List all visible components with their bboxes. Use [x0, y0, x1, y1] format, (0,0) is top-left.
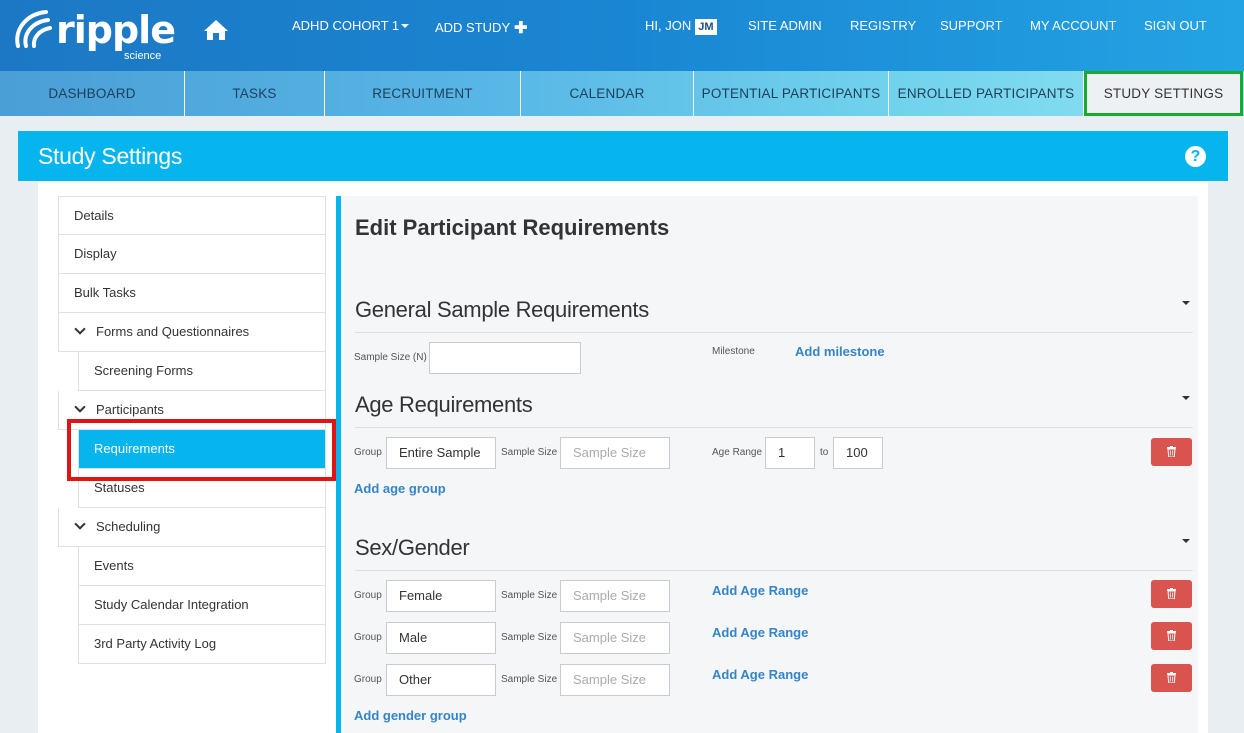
page-header: Study Settings ? [18, 131, 1228, 181]
age-range-label: Age Range [712, 447, 763, 458]
add-age-group-link[interactable]: Add age group [354, 481, 446, 496]
form-title: Edit Participant Requirements [355, 215, 670, 240]
sidebar-group-label: Forms and Questionnaires [96, 324, 250, 339]
gender-group-label: Group [354, 674, 382, 685]
age-sample-size-label: Sample Size [501, 447, 558, 458]
general-requirements-heading: General Sample Requirements [355, 297, 649, 322]
registry-link[interactable]: REGISTRY [850, 18, 916, 33]
delete-gender-group-button[interactable] [1151, 664, 1192, 692]
requirements-form: Edit Participant Requirements General Sa… [336, 196, 1198, 733]
gender-group-input[interactable]: Male [386, 622, 496, 654]
tab-enrolled-participants[interactable]: ENROLLED PARTICIPANTS [889, 71, 1084, 116]
tab-potential-participants[interactable]: POTENTIAL PARTICIPANTS [694, 71, 889, 116]
gender-group-label: Group [354, 590, 382, 601]
main-tabs: DASHBOARD TASKS RECRUITMENT CALENDAR POT… [0, 71, 1244, 116]
logo-text: ripple [56, 8, 176, 52]
trash-icon [1167, 672, 1176, 683]
cohort-label: ADHD COHORT 1 [292, 18, 400, 33]
sidebar-group-label: Participants [96, 402, 164, 417]
sidebar-item-requirements[interactable]: Requirements [78, 430, 326, 469]
chevron-down-icon [74, 323, 86, 335]
divider [355, 570, 1193, 571]
age-requirements-heading: Age Requirements [355, 392, 533, 417]
page-title: Study Settings [38, 143, 183, 169]
sidebar-item-screening-forms[interactable]: Screening Forms [78, 352, 326, 391]
trash-icon [1167, 630, 1176, 641]
sidebar-item-events[interactable]: Events [78, 547, 326, 586]
sidebar-item-activity-log[interactable]: 3rd Party Activity Log [78, 625, 326, 664]
divider [355, 332, 1193, 333]
greeting-text: HI, JON [645, 18, 692, 33]
gender-sample-size-label: Sample Size [501, 632, 558, 643]
support-link[interactable]: SUPPORT [940, 18, 1003, 33]
general-collapse-icon[interactable] [1182, 301, 1190, 305]
tab-study-settings[interactable]: STUDY SETTINGS [1084, 71, 1243, 116]
home-icon[interactable] [203, 18, 229, 42]
add-gender-group-link[interactable]: Add gender group [354, 708, 467, 723]
add-milestone-link[interactable]: Add milestone [795, 344, 885, 359]
user-greeting[interactable]: HI, JON JM [645, 18, 717, 35]
ripple-logo[interactable]: ripple science [12, 4, 176, 64]
gender-sample-size-input[interactable]: Sample Size [560, 664, 670, 696]
sample-size-input[interactable] [429, 342, 581, 374]
trash-icon [1167, 446, 1176, 457]
gender-sample-size-input[interactable]: Sample Size [560, 580, 670, 612]
logo-subtext: science [124, 50, 162, 62]
sidebar-group-label: Scheduling [96, 519, 161, 534]
tab-tasks[interactable]: TASKS [185, 71, 325, 116]
divider [355, 427, 1193, 428]
tab-calendar[interactable]: CALENDAR [521, 71, 694, 116]
add-study-label: ADD STUDY [435, 20, 511, 35]
add-age-range-link[interactable]: Add Age Range [712, 625, 808, 640]
age-to-input[interactable]: 100 [833, 437, 883, 469]
age-from-input[interactable]: 1 [765, 437, 815, 469]
chevron-down-icon [74, 518, 86, 530]
delete-gender-group-button[interactable] [1151, 622, 1192, 650]
top-header: ripple science ADHD COHORT 1 ADD STUDY ✚ … [0, 0, 1244, 71]
trash-icon [1167, 588, 1176, 599]
sidebar-item-study-calendar-integration[interactable]: Study Calendar Integration [78, 586, 326, 625]
sidebar-group-participants[interactable]: Participants [58, 391, 326, 430]
delete-age-group-button[interactable] [1151, 438, 1192, 466]
tab-recruitment[interactable]: RECRUITMENT [325, 71, 521, 116]
ripple-waves-icon [15, 10, 52, 48]
sidebar-group-scheduling[interactable]: Scheduling [58, 508, 326, 547]
sidebar-item-details[interactable]: Details [58, 196, 326, 235]
milestone-label: Milestone [712, 346, 755, 357]
sidebar-item-statuses[interactable]: Statuses [78, 469, 326, 508]
age-group-label: Group [354, 447, 382, 458]
sign-out-link[interactable]: SIGN OUT [1144, 18, 1207, 33]
add-study-button[interactable]: ADD STUDY ✚ [435, 18, 528, 38]
gender-group-input[interactable]: Other [386, 664, 496, 696]
plus-icon: ✚ [514, 20, 528, 37]
my-account-link[interactable]: MY ACCOUNT [1030, 18, 1116, 33]
tab-dashboard[interactable]: DASHBOARD [0, 71, 185, 116]
avatar: JM [695, 19, 717, 35]
settings-sidebar: Details Display Bulk Tasks Forms and Que… [58, 196, 326, 664]
sidebar-item-display[interactable]: Display [58, 235, 326, 274]
gender-group-label: Group [354, 632, 382, 643]
chevron-down-icon [401, 24, 410, 28]
add-age-range-link[interactable]: Add Age Range [712, 667, 808, 682]
gender-sample-size-label: Sample Size [501, 674, 558, 685]
gender-requirements-heading: Sex/Gender [355, 535, 470, 560]
chevron-down-icon [74, 401, 86, 413]
gender-sample-size-input[interactable]: Sample Size [560, 622, 670, 654]
sample-size-label: Sample Size (N) [354, 352, 427, 363]
age-sample-size-input[interactable]: Sample Size [560, 437, 670, 469]
age-group-input[interactable]: Entire Sample [386, 437, 496, 469]
sidebar-group-forms[interactable]: Forms and Questionnaires [58, 313, 326, 352]
age-collapse-icon[interactable] [1182, 396, 1190, 400]
help-icon[interactable]: ? [1185, 146, 1206, 167]
gender-group-input[interactable]: Female [386, 580, 496, 612]
gender-sample-size-label: Sample Size [501, 590, 558, 601]
add-age-range-link[interactable]: Add Age Range [712, 583, 808, 598]
gender-collapse-icon[interactable] [1182, 539, 1190, 543]
delete-gender-group-button[interactable] [1151, 580, 1192, 608]
site-admin-link[interactable]: SITE ADMIN [748, 18, 822, 33]
age-to-label: to [820, 447, 829, 458]
sidebar-item-bulk-tasks[interactable]: Bulk Tasks [58, 274, 326, 313]
cohort-dropdown[interactable]: ADHD COHORT 1 [292, 18, 410, 33]
